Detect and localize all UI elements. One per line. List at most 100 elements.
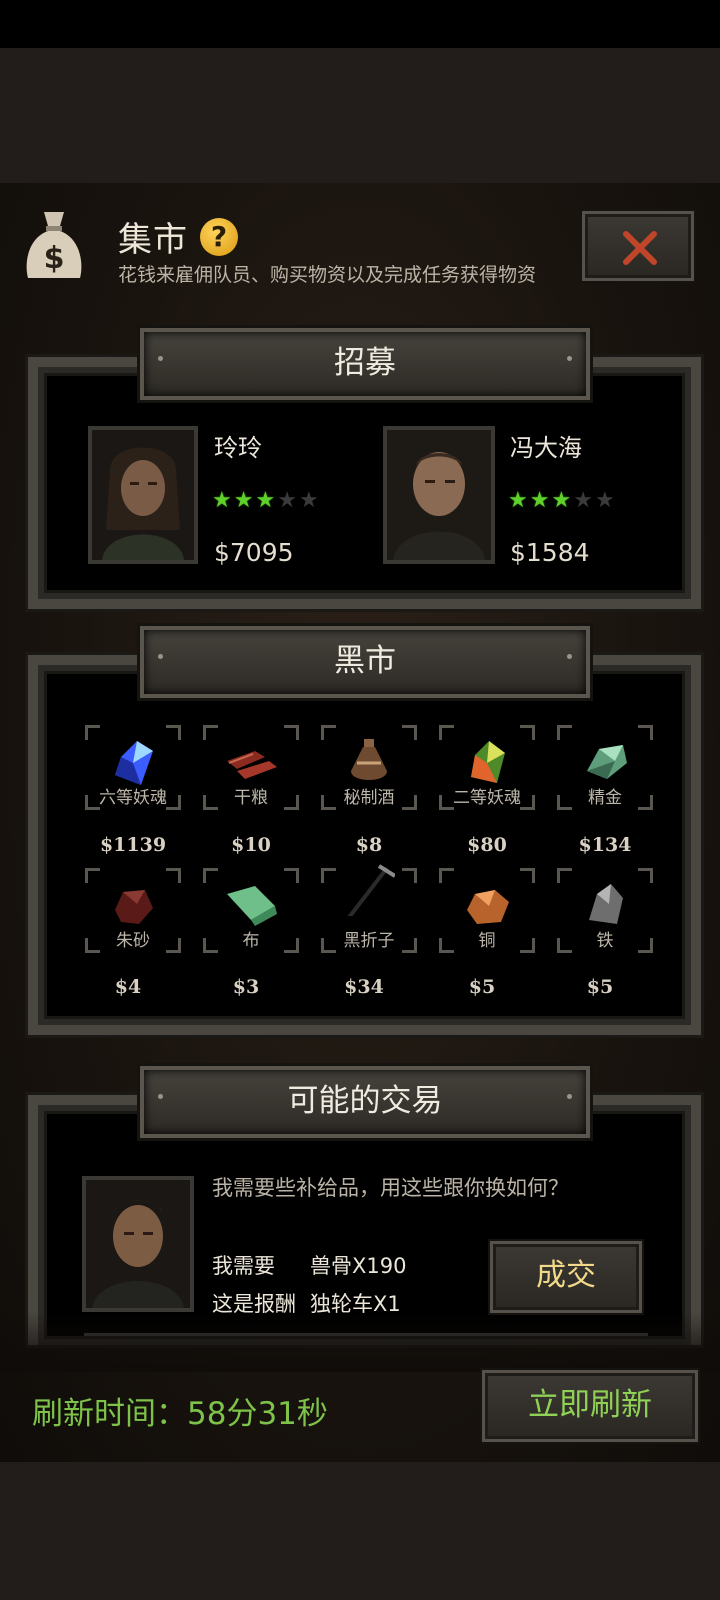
close-icon: [623, 231, 657, 265]
rivet: [567, 1094, 572, 1099]
jerky-icon: [227, 751, 277, 779]
star-filled-icon: ★: [529, 488, 552, 513]
slot-corner: [439, 725, 454, 740]
item-name: 黑折子: [343, 931, 395, 951]
slot-corner: [85, 868, 100, 883]
slot-corner: [520, 868, 535, 883]
svg-text:$: $: [44, 241, 65, 276]
pickaxe-icon: [347, 864, 395, 916]
slot-corner: [321, 868, 336, 883]
rivet: [158, 1094, 163, 1099]
item-name: 六等妖魂: [99, 788, 167, 808]
item-name: 精金: [588, 788, 622, 808]
recruit-portrait-2[interactable]: [383, 426, 495, 564]
question-icon[interactable]: ?: [200, 218, 238, 256]
recruit-price-2: $1584: [510, 538, 590, 567]
cloth-icon: [227, 886, 277, 926]
market-item[interactable]: 布: [203, 868, 299, 953]
slot-corner: [402, 725, 417, 740]
slot-corner: [638, 725, 653, 740]
wine-jar-icon: [351, 739, 387, 780]
recruit-name-2: 冯大海: [510, 434, 582, 462]
item-price: $10: [231, 834, 271, 856]
market-item[interactable]: 铜: [439, 868, 535, 953]
slot-corner: [85, 725, 100, 740]
item-name: 布: [242, 931, 260, 951]
cinnabar-icon: [115, 890, 153, 924]
slot-corner: [284, 868, 299, 883]
slot-corner: [557, 725, 572, 740]
item-price: $134: [578, 834, 632, 856]
star-empty-icon: ★: [298, 488, 321, 513]
item-price: $80: [467, 834, 507, 856]
bottom-letterbox: [0, 1462, 720, 1600]
item-price: $1139: [99, 834, 167, 856]
star-filled-icon: ★: [233, 488, 256, 513]
slot-corner: [321, 725, 336, 740]
item-price: $3: [232, 976, 260, 998]
market-item[interactable]: 铁: [557, 868, 653, 953]
trade-question: 我需要些补给品，用这些跟你换如何？: [212, 1176, 569, 1200]
star-filled-icon: ★: [508, 488, 530, 513]
item-name: 干粮: [234, 788, 268, 808]
market-title: 黑市: [334, 643, 396, 679]
market-item[interactable]: 秘制酒: [321, 725, 417, 810]
slot-corner: [638, 868, 653, 883]
trade-need-label: 我需要: [212, 1254, 275, 1278]
item-name: 二等妖魂: [453, 788, 521, 808]
item-price: $8: [355, 834, 383, 856]
slot-corner: [203, 725, 218, 740]
page-subtitle: 花钱来雇佣队员、购买物资以及完成任务获得物资: [118, 264, 537, 286]
recruit-portrait-1[interactable]: [88, 426, 198, 564]
green-crystal-icon: [471, 741, 505, 783]
star-filled-icon: ★: [212, 488, 234, 513]
item-price: $4: [114, 976, 142, 998]
market-item[interactable]: 二等妖魂: [439, 725, 535, 810]
market-item[interactable]: 干粮: [203, 725, 299, 810]
slot-corner: [203, 868, 218, 883]
rivet: [567, 356, 572, 361]
close-button[interactable]: [582, 211, 694, 281]
rivet: [158, 356, 163, 361]
ore-icon: [587, 745, 627, 779]
recruit-name-1: 玲玲: [214, 434, 262, 462]
market-item[interactable]: 精金: [557, 725, 653, 810]
market-header: 黑市: [140, 626, 590, 698]
recruit-stars-2: ★★★★★: [508, 488, 617, 513]
refresh-timer: 刷新时间：58分31秒: [32, 1396, 328, 1432]
item-price: $5: [586, 976, 614, 998]
recruit-stars-1: ★★★★★: [212, 488, 321, 513]
rivet: [158, 654, 163, 659]
item-price: $5: [468, 976, 496, 998]
star-empty-icon: ★: [277, 488, 299, 513]
star-filled-icon: ★: [551, 488, 574, 513]
slot-corner: [439, 868, 454, 883]
deal-button[interactable]: 成交: [490, 1241, 642, 1313]
trader-portrait: [82, 1176, 194, 1312]
recruit-header: 招募: [140, 328, 590, 400]
trade-title: 可能的交易: [287, 1083, 443, 1119]
blue-crystal-icon: [115, 741, 153, 785]
market-item[interactable]: 六等妖魂: [85, 725, 181, 810]
slot-corner: [166, 725, 181, 740]
market-item[interactable]: 朱砂: [85, 868, 181, 953]
star-empty-icon: ★: [594, 488, 617, 513]
copper-ore-icon: [467, 890, 509, 924]
star-empty-icon: ★: [573, 488, 595, 513]
trade-header: 可能的交易: [140, 1066, 590, 1138]
top-letterbox: [0, 48, 720, 183]
page-title: 集市: [118, 220, 188, 260]
recruit-title: 招募: [334, 345, 396, 381]
recruit-price-1: $7095: [214, 538, 294, 567]
slot-corner: [402, 868, 417, 883]
item-name: 铁: [596, 931, 614, 951]
item-name: 秘制酒: [343, 788, 395, 808]
slot-corner: [284, 725, 299, 740]
item-price: $34: [344, 976, 384, 998]
item-name: 朱砂: [116, 931, 150, 951]
slot-corner: [520, 725, 535, 740]
market-item[interactable]: 黑折子: [321, 864, 417, 953]
rivet: [567, 654, 572, 659]
refresh-now-button[interactable]: 立即刷新: [482, 1370, 698, 1442]
slot-corner: [166, 868, 181, 883]
